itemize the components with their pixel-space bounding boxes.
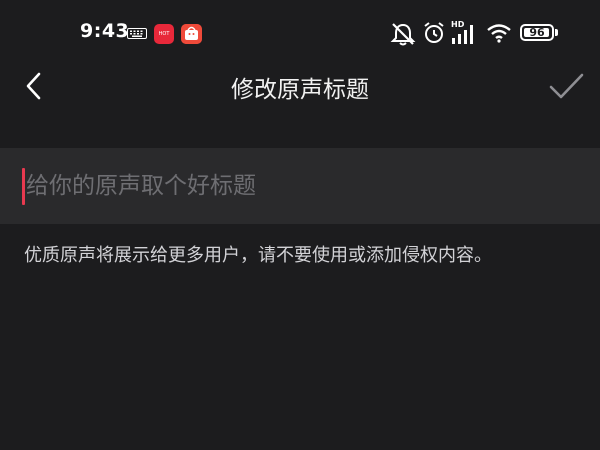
battery-tip xyxy=(555,29,558,36)
news-app-icon: HOT xyxy=(154,24,174,44)
hint-text: 优质原声将展示给更多用户，请不要使用或添加侵权内容。 xyxy=(24,245,492,266)
mute-bell-icon xyxy=(390,23,416,46)
alarm-clock-icon xyxy=(424,22,444,43)
page-title: 修改原声标题 xyxy=(231,77,369,103)
news-app-badge: HOT xyxy=(158,31,170,37)
status-bar: 9:43 HOT HD 96 xyxy=(0,0,600,66)
keyboard-icon xyxy=(127,28,147,39)
wifi-icon xyxy=(487,24,511,43)
confirm-button[interactable] xyxy=(546,68,586,104)
nav-bar: 修改原声标题 xyxy=(0,60,600,110)
cellular-signal-icon xyxy=(452,25,473,44)
status-time: 9:43 xyxy=(80,20,130,42)
battery-icon: 96 xyxy=(520,24,554,41)
title-input-container xyxy=(0,148,600,224)
battery-level: 96 xyxy=(529,26,545,39)
shopping-app-icon xyxy=(181,24,202,44)
sound-title-input[interactable] xyxy=(22,162,586,210)
checkmark-icon xyxy=(549,73,584,99)
